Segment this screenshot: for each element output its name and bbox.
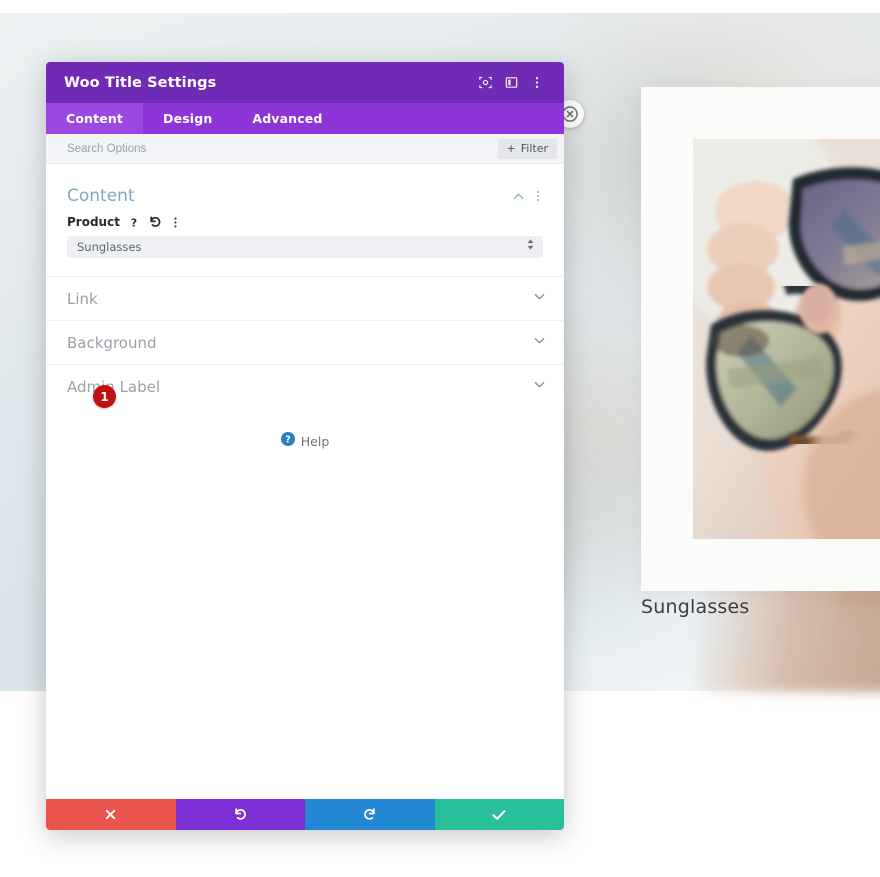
search-input[interactable] [67, 142, 498, 155]
stepper-updown-icon [526, 238, 535, 256]
page-root: Sunglasses Woo Title Settings Content De… [0, 0, 880, 877]
section-toggle-admin-label[interactable]: Admin Label [46, 364, 564, 408]
layout-columns-icon[interactable] [498, 70, 524, 96]
section-title: Content [67, 186, 135, 206]
chevron-down-icon [533, 290, 546, 308]
tab-content[interactable]: Content [46, 103, 144, 134]
cancel-button[interactable] [46, 799, 176, 830]
filter-button-label: Filter [520, 142, 548, 155]
redo-button[interactable] [305, 799, 435, 830]
filter-button[interactable]: + Filter [497, 138, 557, 159]
help-label: Help [300, 434, 330, 449]
save-button[interactable] [434, 799, 564, 830]
product-label: Product [67, 215, 120, 229]
section-content-header: Content [46, 164, 564, 215]
modal-header: Woo Title Settings [46, 62, 564, 103]
chevron-down-icon [533, 334, 546, 352]
section-toggle-background[interactable]: Background [46, 320, 564, 364]
tab-design[interactable]: Design [143, 103, 232, 134]
vertical-dots-icon[interactable] [524, 70, 550, 96]
undo-arrow-icon [233, 807, 248, 822]
modal-tabs: Content Design Advanced [46, 103, 564, 134]
section-toggle-link[interactable]: Link [46, 276, 564, 320]
product-select-value: Sunglasses [77, 240, 142, 254]
settings-modal: Woo Title Settings Content Design Advanc… [46, 62, 564, 830]
plus-icon: + [506, 142, 516, 155]
help-question-icon[interactable]: ? [128, 216, 140, 229]
search-bar: + Filter [46, 134, 564, 164]
section-toggle-label: Background [67, 333, 157, 352]
product-card[interactable] [641, 87, 880, 591]
product-caption: Sunglasses [641, 596, 750, 618]
svg-text:?: ? [285, 435, 291, 446]
top-white-strip [0, 0, 880, 13]
reset-undo-icon[interactable] [148, 215, 162, 229]
vertical-dots-icon[interactable] [528, 186, 548, 206]
vertical-dots-icon[interactable] [170, 216, 181, 229]
product-select[interactable]: Sunglasses [67, 236, 543, 258]
chevron-up-icon[interactable] [508, 186, 528, 206]
redo-arrow-icon [362, 807, 377, 822]
chevron-down-icon [533, 378, 546, 396]
svg-text:?: ? [131, 216, 137, 229]
product-image [693, 139, 880, 539]
help-link[interactable]: ? Help [46, 432, 564, 451]
help-circle-icon: ? [280, 432, 295, 451]
product-label-row: Product ? [67, 215, 543, 229]
checkmark-icon [491, 808, 507, 822]
modal-title: Woo Title Settings [64, 74, 217, 91]
section-toggle-label: Admin Label [67, 377, 161, 396]
modal-footer [46, 799, 564, 830]
close-x-icon [104, 808, 117, 821]
tab-advanced[interactable]: Advanced [232, 103, 342, 134]
modal-body: Content Product ? Sunglasses 1 Link Back… [46, 164, 564, 799]
field-product: Product ? Sunglasses [46, 215, 564, 276]
step-badge-1: 1 [93, 385, 116, 408]
focus-target-icon[interactable] [472, 70, 498, 96]
undo-button[interactable] [175, 799, 305, 830]
section-toggle-label: Link [67, 289, 98, 308]
